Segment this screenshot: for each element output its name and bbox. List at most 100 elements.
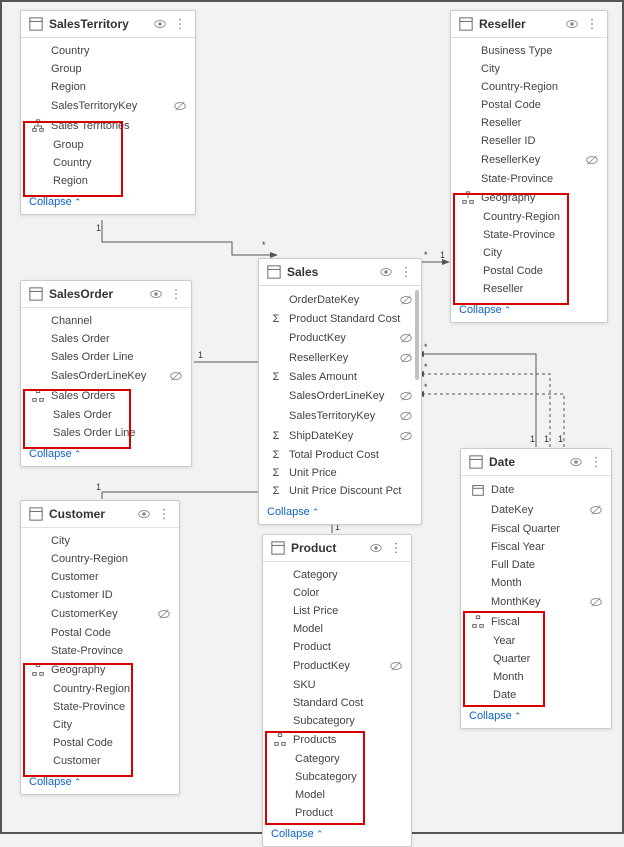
field-row[interactable]: State-Province xyxy=(21,642,179,660)
collapse-button[interactable]: Collapse⌃ xyxy=(21,192,195,214)
field-row[interactable]: SKU xyxy=(263,676,411,694)
field-row[interactable]: Customer ID xyxy=(21,586,179,604)
table-product[interactable]: Product Category Color List Price Model … xyxy=(262,534,412,847)
more-icon[interactable] xyxy=(589,455,603,469)
field-row[interactable]: ResellerKey xyxy=(259,348,421,368)
field-row[interactable]: ResellerKey xyxy=(451,150,607,170)
more-icon[interactable] xyxy=(585,17,599,31)
field-row[interactable]: Color xyxy=(263,584,411,602)
visibility-icon[interactable] xyxy=(137,507,151,521)
table-sales-territory[interactable]: SalesTerritory Country Group Region Sale… xyxy=(20,10,196,215)
hierarchy-row[interactable]: Geography xyxy=(451,188,607,208)
field-row[interactable]: Country-Region xyxy=(451,78,607,96)
field-row[interactable]: List Price xyxy=(263,602,411,620)
field-row[interactable]: ΣShipDateKey xyxy=(259,426,421,446)
field-row[interactable]: Model xyxy=(263,620,411,638)
field-row[interactable]: SalesOrderLineKey xyxy=(21,366,191,386)
hierarchy-child[interactable]: City xyxy=(21,716,179,734)
table-customer[interactable]: Customer City Country-Region Customer Cu… xyxy=(20,500,180,795)
hierarchy-child[interactable]: Quarter xyxy=(461,650,611,668)
field-row[interactable]: Reseller xyxy=(451,114,607,132)
visibility-icon[interactable] xyxy=(569,455,583,469)
hierarchy-row[interactable]: Geography xyxy=(21,660,179,680)
hierarchy-row[interactable]: Products xyxy=(263,730,411,750)
hierarchy-child[interactable]: Country-Region xyxy=(21,680,179,698)
field-row[interactable]: Country xyxy=(21,42,195,60)
hierarchy-child[interactable]: Group xyxy=(21,136,195,154)
field-row[interactable]: Product xyxy=(263,638,411,656)
field-row[interactable]: Postal Code xyxy=(21,624,179,642)
hierarchy-child[interactable]: City xyxy=(451,244,607,262)
scrollbar[interactable] xyxy=(415,290,419,380)
field-row[interactable]: DateKey xyxy=(461,500,611,520)
table-date[interactable]: Date Date DateKey Fiscal Quarter Fiscal … xyxy=(460,448,612,729)
field-row[interactable]: ΣProduct Standard Cost xyxy=(259,310,421,328)
field-row[interactable]: Group xyxy=(21,60,195,78)
hierarchy-child[interactable]: Sales Order Line xyxy=(21,424,191,442)
field-row[interactable]: SalesTerritoryKey xyxy=(259,406,421,426)
field-row[interactable]: ΣTotal Product Cost xyxy=(259,446,421,464)
hierarchy-child[interactable]: Year xyxy=(461,632,611,650)
more-icon[interactable] xyxy=(173,17,187,31)
field-row[interactable]: City xyxy=(21,532,179,550)
field-row[interactable]: Business Type xyxy=(451,42,607,60)
field-row[interactable]: Sales Order Line xyxy=(21,348,191,366)
collapse-button[interactable]: Collapse⌃ xyxy=(21,444,191,466)
hierarchy-child[interactable]: Subcategory xyxy=(263,768,411,786)
hierarchy-child[interactable]: Product xyxy=(263,804,411,822)
field-row[interactable]: Region xyxy=(21,78,195,96)
field-row[interactable]: Fiscal Quarter xyxy=(461,520,611,538)
visibility-icon[interactable] xyxy=(153,17,167,31)
field-row[interactable]: Standard Cost xyxy=(263,694,411,712)
collapse-button[interactable]: Collapse⌃ xyxy=(259,502,421,524)
field-row[interactable]: MonthKey xyxy=(461,592,611,612)
hierarchy-child[interactable]: Model xyxy=(263,786,411,804)
field-row[interactable]: ΣSales Amount xyxy=(259,368,421,386)
field-row[interactable]: Full Date xyxy=(461,556,611,574)
hierarchy-child[interactable]: Category xyxy=(263,750,411,768)
field-row[interactable]: ProductKey xyxy=(263,656,411,676)
field-row[interactable]: Date xyxy=(461,480,611,500)
hierarchy-child[interactable]: Date xyxy=(461,686,611,704)
field-row[interactable]: Reseller ID xyxy=(451,132,607,150)
table-sales-order[interactable]: SalesOrder Channel Sales Order Sales Ord… xyxy=(20,280,192,467)
hierarchy-child[interactable]: Reseller xyxy=(451,280,607,298)
field-row[interactable]: Category xyxy=(263,566,411,584)
collapse-button[interactable]: Collapse⌃ xyxy=(263,824,411,846)
field-row[interactable]: Month xyxy=(461,574,611,592)
field-row[interactable]: Customer xyxy=(21,568,179,586)
field-row[interactable]: Channel xyxy=(21,312,191,330)
field-row[interactable]: City xyxy=(451,60,607,78)
field-row[interactable]: Postal Code xyxy=(451,96,607,114)
visibility-icon[interactable] xyxy=(369,541,383,555)
field-row[interactable]: ΣUnit Price xyxy=(259,464,421,482)
hierarchy-child[interactable]: Postal Code xyxy=(451,262,607,280)
more-icon[interactable] xyxy=(169,287,183,301)
table-reseller[interactable]: Reseller Business Type City Country-Regi… xyxy=(450,10,608,323)
field-row[interactable]: Fiscal Year xyxy=(461,538,611,556)
hierarchy-child[interactable]: Month xyxy=(461,668,611,686)
field-row[interactable]: ProductKey xyxy=(259,328,421,348)
hierarchy-child[interactable]: Postal Code xyxy=(21,734,179,752)
hierarchy-child[interactable]: State-Province xyxy=(21,698,179,716)
collapse-button[interactable]: Collapse⌃ xyxy=(21,772,179,794)
hierarchy-child[interactable]: Customer xyxy=(21,752,179,770)
field-row[interactable]: CustomerKey xyxy=(21,604,179,624)
hierarchy-child[interactable]: Region xyxy=(21,172,195,190)
hierarchy-child[interactable]: State-Province xyxy=(451,226,607,244)
hierarchy-row[interactable]: Fiscal xyxy=(461,612,611,632)
more-icon[interactable] xyxy=(157,507,171,521)
hierarchy-child[interactable]: Sales Order xyxy=(21,406,191,424)
hierarchy-row[interactable]: Sales Territories xyxy=(21,116,195,136)
field-row[interactable]: ΣUnit Price Discount Pct xyxy=(259,482,421,500)
hierarchy-child[interactable]: Country xyxy=(21,154,195,172)
visibility-icon[interactable] xyxy=(565,17,579,31)
collapse-button[interactable]: Collapse⌃ xyxy=(451,300,607,322)
field-row[interactable]: Subcategory xyxy=(263,712,411,730)
field-row[interactable]: SalesOrderLineKey xyxy=(259,386,421,406)
field-row[interactable]: SalesTerritoryKey xyxy=(21,96,195,116)
hierarchy-row[interactable]: Sales Orders xyxy=(21,386,191,406)
field-row[interactable]: State-Province xyxy=(451,170,607,188)
field-row[interactable]: Country-Region xyxy=(21,550,179,568)
collapse-button[interactable]: Collapse⌃ xyxy=(461,706,611,728)
